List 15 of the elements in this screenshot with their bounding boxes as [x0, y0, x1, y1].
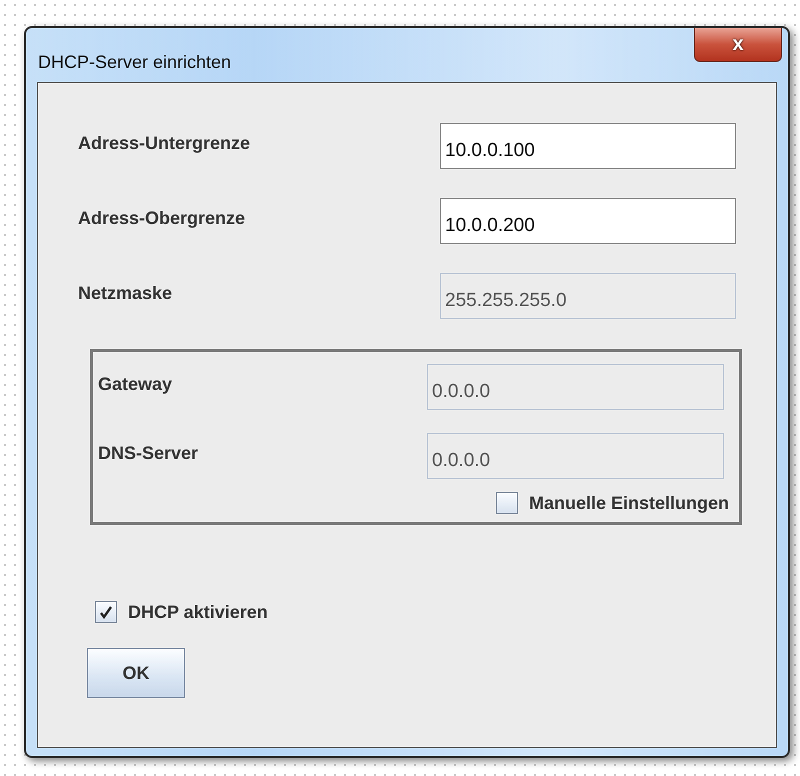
checkbox-label[interactable]: Manuelle Einstellungen — [528, 492, 729, 514]
checkbox-label[interactable]: DHCP aktivieren — [128, 602, 268, 622]
field-label: Gateway — [98, 373, 174, 395]
field-label: Adress-Untergrenze — [78, 132, 252, 154]
checkmark-icon — [99, 605, 113, 619]
ok-button[interactable]: OK — [87, 648, 185, 698]
field-label: Adress-Obergrenze — [78, 207, 246, 229]
text-field[interactable]: 10.0.0.100 — [440, 123, 736, 169]
checkbox[interactable] — [95, 601, 117, 623]
field-label: DNS-Server — [98, 442, 200, 464]
window-title: DHCP-Server einrichten — [38, 52, 232, 73]
text-field[interactable]: 10.0.0.200 — [440, 198, 736, 244]
field-label: Netzmaske — [78, 282, 174, 304]
checkbox[interactable] — [496, 492, 518, 514]
close-button[interactable]: x — [694, 28, 782, 62]
